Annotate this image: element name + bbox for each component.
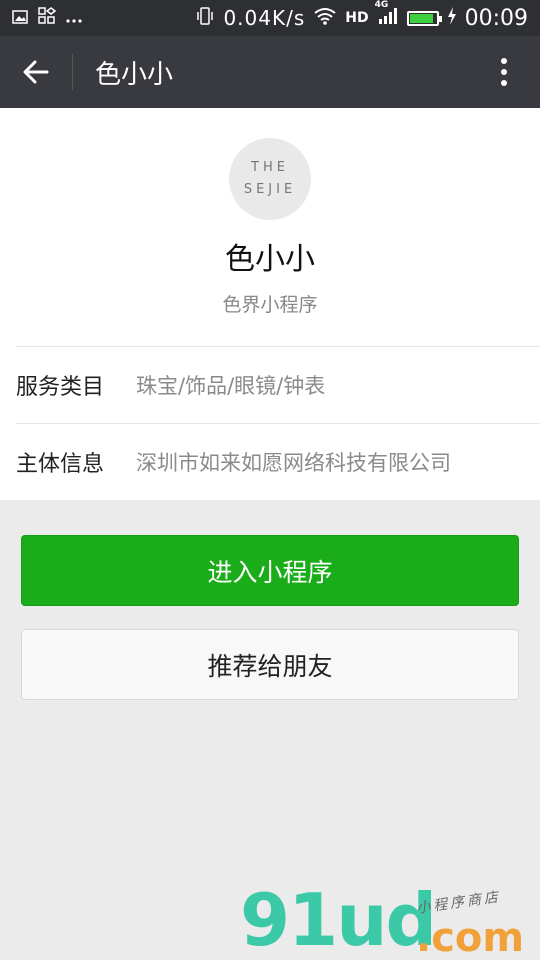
- info-value: 珠宝/饰品/眼镜/钟表: [136, 374, 326, 398]
- info-label: 主体信息: [16, 452, 105, 477]
- avatar-text-line2: SEJIE: [243, 182, 297, 197]
- more-notifications-icon: [66, 9, 82, 28]
- info-row-entity: 主体信息 深圳市如来如愿网络科技有限公司: [16, 423, 540, 500]
- recommend-to-friend-button[interactable]: 推荐给朋友: [21, 629, 519, 700]
- app-name: 色小小: [225, 242, 315, 277]
- more-button[interactable]: [468, 36, 540, 108]
- battery-icon: [406, 10, 442, 26]
- watermark-brand: 91ud: [240, 878, 437, 960]
- profile-card: THE SEJIE 色小小 色界小程序: [0, 108, 540, 346]
- charging-icon: [447, 6, 457, 30]
- vibrate-icon: [195, 6, 215, 31]
- app-subtitle: 色界小程序: [222, 294, 318, 316]
- clock: 00:09: [464, 5, 528, 31]
- signal-icon: 4G: [375, 0, 399, 30]
- more-vertical-icon: [501, 58, 507, 86]
- info-row-category: 服务类目 珠宝/饰品/眼镜/钟表: [16, 346, 540, 423]
- watermark-logo: 91ud 小程序商店 .com: [240, 880, 540, 960]
- status-bar: 0.04K/s HD 4G 00:09: [0, 0, 540, 36]
- status-left: [12, 7, 82, 29]
- nav-divider: [72, 54, 73, 90]
- nav-bar: 色小小: [0, 36, 540, 108]
- status-right: 0.04K/s HD 4G 00:09: [195, 0, 528, 31]
- battery-level: [409, 13, 433, 23]
- network-speed: 0.04K/s: [223, 6, 306, 30]
- back-button[interactable]: [0, 36, 72, 108]
- info-label: 服务类目: [16, 375, 105, 400]
- page-title: 色小小: [95, 59, 174, 90]
- avatar-text-line1: THE: [251, 160, 289, 175]
- watermark-domain: .com: [416, 915, 525, 960]
- wifi-icon: [313, 6, 337, 30]
- back-arrow-icon: [23, 60, 49, 84]
- network-generation: 4G: [374, 0, 389, 10]
- apps-notification-icon: [38, 7, 57, 29]
- enter-mini-program-button[interactable]: 进入小程序: [21, 535, 519, 606]
- network-type: HD: [345, 10, 369, 26]
- info-list: 服务类目 珠宝/饰品/眼镜/钟表 主体信息 深圳市如来如愿网络科技有限公司: [0, 346, 540, 500]
- image-notification-icon: [12, 9, 28, 28]
- info-value: 深圳市如来如愿网络科技有限公司: [136, 451, 451, 475]
- avatar: THE SEJIE: [229, 138, 311, 220]
